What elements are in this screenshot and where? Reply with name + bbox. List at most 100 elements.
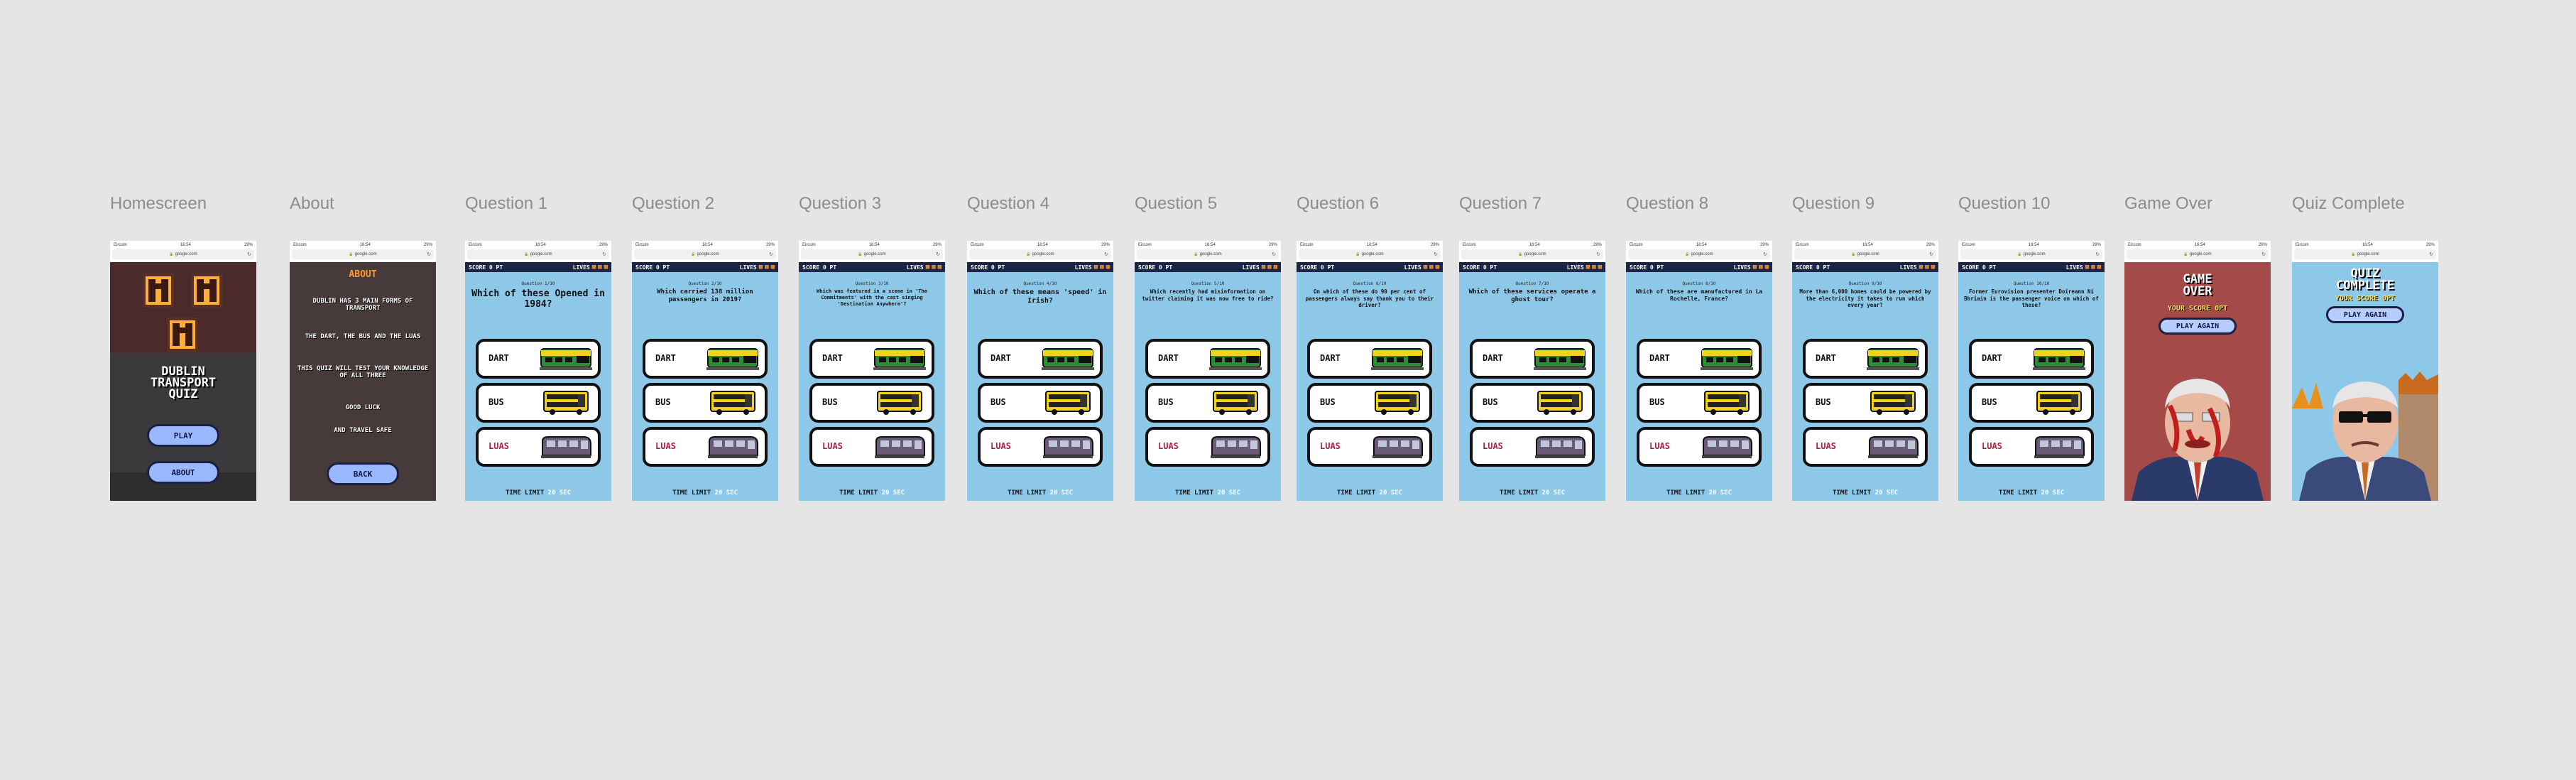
life-icon: ▩ — [1100, 264, 1104, 271]
url-bar[interactable]: 🔒 google.com ↻ — [1299, 249, 1441, 259]
answer-luas-button[interactable]: LUAS — [978, 427, 1103, 467]
answer-dart-button[interactable]: DART — [809, 339, 934, 379]
question-text: Which of these means 'speed' in Irish? — [973, 288, 1107, 305]
answer-luas-button[interactable]: LUAS — [809, 427, 934, 467]
answer-dart-button[interactable]: DART — [1470, 339, 1595, 379]
answer-bus-button[interactable]: BUS — [1969, 383, 2094, 423]
score-value: 0 PT — [1483, 264, 1497, 271]
answer-luas-button[interactable]: LUAS — [1470, 427, 1595, 467]
game-title: DUBLIN TRANSPORT QUIZ — [110, 366, 256, 401]
reload-icon[interactable]: ↻ — [2429, 251, 2433, 257]
reload-icon[interactable]: ↻ — [769, 251, 773, 257]
answer-dart-button[interactable]: DART — [1145, 339, 1270, 379]
answer-bus-button[interactable]: BUS — [1470, 383, 1595, 423]
play-again-button[interactable]: PLAY AGAIN — [2159, 318, 2237, 335]
about-line: THIS QUIZ WILL TEST YOUR KNOWLEDGE OF AL… — [297, 365, 429, 379]
reload-icon[interactable]: ↻ — [1434, 251, 1438, 257]
answer-bus-button[interactable]: BUS — [1637, 383, 1762, 423]
question-text: Which of these Opened in 1984? — [471, 288, 605, 310]
url-bar[interactable]: 🔒 google.com ↻ — [969, 249, 1111, 259]
answer-dart-button[interactable]: DART — [1637, 339, 1762, 379]
back-button[interactable]: BACK — [327, 462, 399, 485]
reload-icon[interactable]: ↻ — [2261, 251, 2266, 257]
clock-text: 16:54 — [1037, 242, 1048, 247]
play-button[interactable]: PLAY — [147, 424, 219, 447]
status-bar: Eircom 16:54 29% — [1626, 241, 1772, 249]
url-bar[interactable]: 🔒 google.com ↻ — [112, 249, 254, 259]
answer-luas-button[interactable]: LUAS — [1803, 427, 1928, 467]
answer-dart-button[interactable]: DART — [1969, 339, 2094, 379]
reload-icon[interactable]: ↻ — [1272, 251, 1276, 257]
answer-luas-button[interactable]: LUAS — [1307, 427, 1432, 467]
time-label: TIME LIMIT — [1666, 489, 1705, 497]
reload-icon[interactable]: ↻ — [1763, 251, 1767, 257]
sunglasses-portrait-icon — [2292, 366, 2438, 501]
reload-icon[interactable]: ↻ — [1596, 251, 1600, 257]
answer-dart-button[interactable]: DART — [1307, 339, 1432, 379]
url-bar[interactable]: 🔒 google.com ↻ — [801, 249, 943, 259]
answer-dart-button[interactable]: DART — [1803, 339, 1928, 379]
reload-icon[interactable]: ↻ — [1929, 251, 1933, 257]
answer-bus-button[interactable]: BUS — [643, 383, 768, 423]
life-icon: ▩ — [1919, 264, 1923, 271]
reload-icon[interactable]: ↻ — [247, 251, 251, 257]
url-bar[interactable]: 🔒 google.com ↻ — [467, 249, 609, 259]
question-text: Which of these are manufactured in La Ro… — [1635, 288, 1763, 302]
score-bar: SCORE 0 PT LIVES ▩ ▩ ▩ — [1958, 262, 2105, 272]
reload-icon[interactable]: ↻ — [1104, 251, 1108, 257]
life-icon: ▩ — [1267, 264, 1272, 271]
answer-bus-button[interactable]: BUS — [1803, 383, 1928, 423]
phone-screen: Eircom 16:54 29% 🔒 google.com ↻ SCORE 0 … — [799, 241, 945, 501]
url-bar[interactable]: 🔒 google.com ↻ — [1794, 249, 1936, 259]
frame-label: Homescreen — [110, 194, 207, 213]
time-limit: TIME LIMIT 20 SEC — [1297, 489, 1443, 497]
life-icon: ▩ — [598, 264, 602, 271]
life-icon: ▩ — [1429, 264, 1434, 271]
reload-icon[interactable]: ↻ — [936, 251, 940, 257]
answer-luas-button[interactable]: LUAS — [1145, 427, 1270, 467]
reload-icon[interactable]: ↻ — [427, 251, 431, 257]
url-bar[interactable]: 🔒 google.com ↻ — [634, 249, 776, 259]
score-label: SCORE — [635, 264, 653, 271]
answer-bus-button[interactable]: BUS — [476, 383, 601, 423]
answer-luas-button[interactable]: LUAS — [1969, 427, 2094, 467]
score-bar: SCORE 0 PT LIVES ▩ ▩ ▩ — [632, 262, 778, 272]
url-bar[interactable]: 🔒 google.com ↻ — [1137, 249, 1279, 259]
play-again-button[interactable]: PLAY AGAIN — [2326, 306, 2404, 323]
reload-icon[interactable]: ↻ — [602, 251, 606, 257]
url-bar[interactable]: 🔒 google.com ↻ — [2127, 249, 2269, 259]
url-bar[interactable]: 🔒 google.com ↻ — [1628, 249, 1770, 259]
url-bar[interactable]: 🔒 google.com ↻ — [1461, 249, 1603, 259]
url-bar[interactable]: 🔒 google.com ↻ — [292, 249, 434, 259]
answer-label: BUS — [1649, 397, 1665, 407]
about-button[interactable]: ABOUT — [147, 461, 219, 484]
question-number: Question 4/10 — [1023, 281, 1057, 286]
time-label: TIME LIMIT — [505, 489, 545, 497]
answer-luas-button[interactable]: LUAS — [1637, 427, 1762, 467]
score-bar: SCORE 0 PT LIVES ▩ ▩ ▩ — [1792, 262, 1938, 272]
luas-tram-icon — [1868, 436, 1919, 458]
status-bar: Eircom 16:54 29% — [967, 241, 1113, 249]
url-bar[interactable]: 🔒 google.com ↻ — [2294, 249, 2436, 259]
dart-train-icon — [1534, 348, 1586, 370]
answer-bus-button[interactable]: BUS — [1307, 383, 1432, 423]
answer-luas-button[interactable]: LUAS — [643, 427, 768, 467]
question-text: More than 6,000 homes could be powered b… — [1799, 288, 1931, 308]
phone-screen: Eircom 16:54 29% 🔒 google.com ↻ QUIZ COM… — [2292, 241, 2438, 501]
url-bar[interactable]: 🔒 google.com ↻ — [1960, 249, 2102, 259]
answer-bus-button[interactable]: BUS — [978, 383, 1103, 423]
score-value: 0 PT — [1816, 264, 1830, 271]
answer-bus-button[interactable]: BUS — [809, 383, 934, 423]
answer-dart-button[interactable]: DART — [643, 339, 768, 379]
reload-icon[interactable]: ↻ — [2095, 251, 2100, 257]
answer-dart-button[interactable]: DART — [978, 339, 1103, 379]
answer-bus-button[interactable]: BUS — [1145, 383, 1270, 423]
status-bar: Eircom 16:54 29% — [2124, 241, 2271, 249]
phone-screen: Eircom 16:54 29% 🔒 google.com ↻ SCORE 0 … — [1135, 241, 1281, 501]
answer-luas-button[interactable]: LUAS — [476, 427, 601, 467]
answer-label: DART — [990, 353, 1011, 363]
answer-dart-button[interactable]: DART — [476, 339, 601, 379]
frame-label: Game Over — [2124, 194, 2213, 213]
question-content: SCORE 0 PT LIVES ▩ ▩ ▩ Question 1/10 Whi… — [465, 262, 611, 501]
life-icon: ▩ — [770, 264, 775, 271]
